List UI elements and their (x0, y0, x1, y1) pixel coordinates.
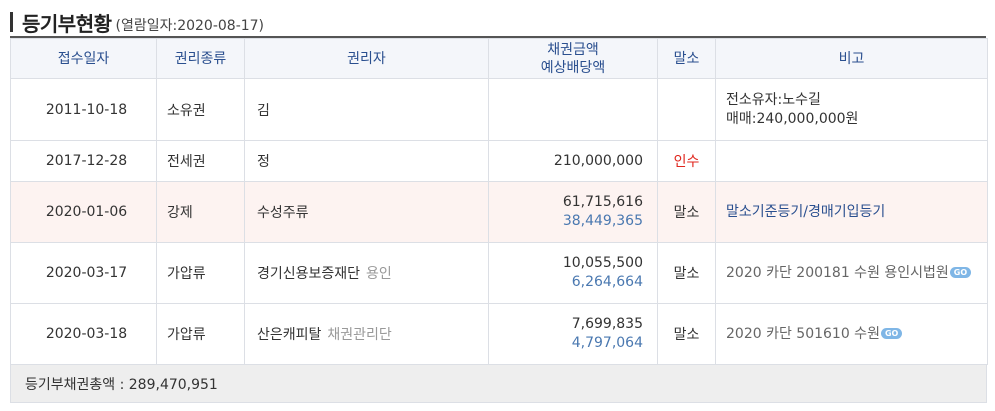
holder-branch: 채권관리단 (327, 327, 392, 343)
row-date: 2020-03-17 (10, 242, 157, 304)
row-amount: 7,699,835 4,797,064 (488, 303, 658, 365)
row-date: 2020-03-18 (10, 303, 157, 365)
case-number: 2020 카단 501610 수원 (726, 325, 880, 342)
go-button[interactable]: GO (880, 328, 903, 339)
table-row: 2017-12-28 전세권 정 210,000,000 인수 (10, 140, 988, 182)
row-date: 2017-12-28 (10, 140, 157, 182)
row-malso-status: 인수 (657, 140, 716, 182)
go-button[interactable]: GO (949, 267, 972, 278)
claim-amount: 7,699,835 (571, 316, 643, 332)
col-header-note: 비고 (715, 38, 988, 79)
total-claim-amount: 등기부채권총액 : 289,470,951 (10, 365, 987, 403)
expected-dividend: 6,264,664 (571, 274, 643, 290)
row-type: 강제 (156, 181, 245, 243)
row-note (715, 140, 988, 182)
holder-name: 경기신용보증재단 (257, 266, 361, 282)
col-header-amount-line2: 예상배당액 (540, 59, 606, 76)
row-amount (488, 78, 658, 141)
expected-dividend: 4,797,064 (571, 335, 643, 351)
note-base-registration: 말소기준등기/경매기입등기 (726, 203, 886, 220)
table-row: 2020-03-18 가압류 산은캐피탈 채권관리단 7,699,835 4,79… (10, 303, 988, 365)
view-date-label: (열람일자:2020-08-17) (115, 18, 265, 34)
table-row: 2011-10-18 소유권 김 전소유자:노수길 매매:240,000,000… (10, 78, 988, 141)
expected-dividend: 38,449,365 (562, 213, 643, 229)
holder-name: 산은캐피탈 (257, 327, 322, 343)
col-header-amount: 채권금액 예상배당액 (488, 38, 658, 79)
row-type: 가압류 (156, 303, 245, 365)
col-header-holder: 권리자 (244, 38, 489, 79)
row-malso (657, 78, 716, 141)
table-header-row: 접수일자 권리종류 권리자 채권금액 예상배당액 말소 비고 (10, 38, 988, 79)
row-holder: 정 (244, 140, 489, 182)
row-holder: 산은캐피탈 채권관리단 (244, 303, 489, 365)
col-header-date: 접수일자 (10, 38, 157, 79)
registry-table: 접수일자 권리종류 권리자 채권금액 예상배당액 말소 비고 2011-10-1… (10, 38, 988, 365)
col-header-amount-line1: 채권금액 (547, 41, 599, 58)
claim-amount: 10,055,500 (562, 255, 643, 271)
note-sale-price: 매매:240,000,000원 (726, 110, 859, 127)
row-holder: 경기신용보증재단 용인 (244, 242, 489, 304)
row-amount: 10,055,500 6,264,664 (488, 242, 658, 304)
row-note: 말소기준등기/경매기입등기 (715, 181, 988, 243)
claim-amount: 210,000,000 (553, 152, 643, 169)
claim-amount: 61,715,616 (562, 194, 643, 210)
table-row-highlighted: 2020-01-06 강제 수성주류 61,715,616 38,449,365… (10, 181, 988, 243)
row-note: 2020 카단 200181 수원 용인시법원 GO (715, 242, 988, 304)
title-accent-bar (10, 12, 13, 32)
note-prev-owner: 전소유자:노수길 (726, 91, 821, 108)
row-amount: 61,715,616 38,449,365 (488, 181, 658, 243)
row-malso-status: 말소 (657, 181, 716, 243)
table-row: 2020-03-17 가압류 경기신용보증재단 용인 10,055,500 6,2… (10, 242, 988, 304)
col-header-malso: 말소 (657, 38, 716, 79)
row-date: 2011-10-18 (10, 78, 157, 141)
row-note: 전소유자:노수길 매매:240,000,000원 (715, 78, 988, 141)
section-header: 등기부현황 (열람일자:2020-08-17) (10, 9, 265, 36)
row-malso-status: 말소 (657, 303, 716, 365)
row-type: 전세권 (156, 140, 245, 182)
row-holder: 수성주류 (244, 181, 489, 243)
row-type: 소유권 (156, 78, 245, 141)
col-header-type: 권리종류 (156, 38, 245, 79)
row-amount: 210,000,000 (488, 140, 658, 182)
row-malso-status: 말소 (657, 242, 716, 304)
row-note: 2020 카단 501610 수원 GO (715, 303, 988, 365)
page-title: 등기부현황 (22, 11, 112, 36)
row-holder: 김 (244, 78, 489, 141)
row-type: 가압류 (156, 242, 245, 304)
holder-branch: 용인 (366, 266, 392, 282)
case-number: 2020 카단 200181 수원 용인시법원 (726, 264, 949, 281)
row-date: 2020-01-06 (10, 181, 157, 243)
